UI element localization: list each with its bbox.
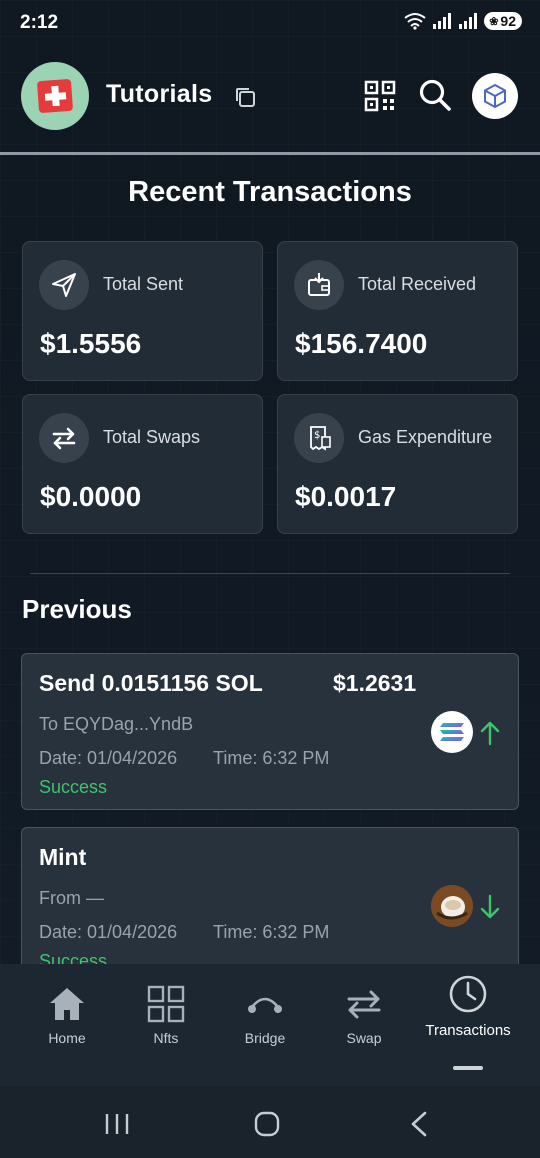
status-icons: ❀ 92 <box>404 12 522 30</box>
stat-card-total-received: Total Received $156.7400 <box>277 241 518 381</box>
swap-arrows-icon <box>39 413 89 463</box>
grid-icon <box>116 982 216 1026</box>
nav-label: Transactions <box>425 1022 511 1039</box>
bridge-icon <box>215 982 315 1026</box>
nav-bridge[interactable]: Bridge <box>215 964 315 1064</box>
clock-icon <box>418 972 518 1016</box>
wallet-receive-icon <box>294 260 344 310</box>
wifi-icon <box>404 13 426 30</box>
nft-thumbnail <box>431 885 473 927</box>
qr-code-icon[interactable] <box>364 80 396 112</box>
home-icon <box>17 982 117 1026</box>
transaction-card[interactable]: Mint From — Date: 01/04/2026 Time: 6:32 … <box>21 827 519 964</box>
svg-text:$: $ <box>314 430 320 441</box>
header-divider <box>0 152 540 155</box>
nav-home[interactable]: Home <box>17 964 117 1064</box>
stat-card-gas-expenditure: $ Gas Expenditure $0.0017 <box>277 394 518 534</box>
transaction-date: Date: 01/04/2026 <box>39 922 178 942</box>
nav-label: Bridge <box>244 1030 286 1046</box>
swap-icon <box>314 982 414 1026</box>
section-title-previous: Previous <box>22 594 132 624</box>
stat-label: Total Swaps <box>103 427 201 447</box>
solana-icon <box>431 711 473 753</box>
transaction-amount: $1.2631 <box>333 670 417 696</box>
transaction-title: Mint <box>39 844 87 870</box>
signal-icon-2 <box>459 13 478 29</box>
transaction-time: Time: 6:32 PM <box>213 922 330 942</box>
transaction-status: Success <box>39 777 108 797</box>
battery-leaf-icon: ❀ <box>489 15 499 28</box>
nav-label: Nfts <box>153 1030 179 1046</box>
network-button[interactable] <box>472 73 518 119</box>
app-header: Tutorials <box>0 60 540 140</box>
stat-value: $0.0000 <box>40 481 142 512</box>
nav-transactions[interactable]: Transactions <box>418 964 518 1064</box>
recent-apps-icon[interactable] <box>104 1112 130 1136</box>
cube-icon <box>484 83 506 109</box>
avatar[interactable] <box>21 62 89 130</box>
back-icon[interactable] <box>408 1111 430 1137</box>
home-button-icon[interactable] <box>254 1111 280 1137</box>
battery-level: 92 <box>500 13 516 29</box>
swiss-flag-icon <box>36 78 74 114</box>
transaction-party: From — <box>39 888 104 908</box>
stat-card-total-swaps: Total Swaps $0.0000 <box>22 394 263 534</box>
system-navigation-bar <box>0 1086 540 1158</box>
copy-icon[interactable] <box>234 86 256 108</box>
transaction-card[interactable]: Send 0.0151156 SOL $1.2631 To EQYDag...Y… <box>21 653 519 810</box>
arrow-up-icon <box>480 721 500 746</box>
stat-label: Total Received <box>358 274 477 294</box>
stat-value: $0.0017 <box>295 481 397 512</box>
battery-indicator: ❀ 92 <box>484 12 522 30</box>
status-time: 2:12 <box>20 12 59 33</box>
wallet-name[interactable]: Tutorials <box>106 80 212 109</box>
nav-label: Home <box>48 1030 86 1046</box>
stat-value: $1.5556 <box>40 328 142 359</box>
arrow-down-icon <box>480 894 500 919</box>
stat-value: $156.7400 <box>295 328 428 359</box>
transaction-status: Success <box>39 951 108 964</box>
section-divider <box>30 573 510 574</box>
search-icon[interactable] <box>418 78 452 112</box>
active-tab-indicator <box>453 1066 483 1070</box>
nav-nfts[interactable]: Nfts <box>116 964 216 1064</box>
page-title: Recent Transactions <box>128 176 412 208</box>
transaction-time: Time: 6:32 PM <box>213 748 330 768</box>
transaction-title: Send 0.0151156 SOL <box>39 670 263 696</box>
signal-icon <box>433 13 452 29</box>
receipt-gas-icon: $ <box>294 413 344 463</box>
transaction-date: Date: 01/04/2026 <box>39 748 178 768</box>
transactions-list[interactable]: Send 0.0151156 SOL $1.2631 To EQYDag...Y… <box>0 640 540 964</box>
stat-card-total-sent: Total Sent $1.5556 <box>22 241 263 381</box>
status-bar: 2:12 ❀ 92 <box>0 0 540 46</box>
send-icon <box>39 260 89 310</box>
nav-label: Swap <box>346 1030 382 1046</box>
transaction-party: To EQYDag...YndB <box>39 714 194 734</box>
stat-label: Total Sent <box>103 274 184 294</box>
stat-label: Gas Expenditure <box>358 427 493 447</box>
nav-swap[interactable]: Swap <box>314 964 414 1064</box>
